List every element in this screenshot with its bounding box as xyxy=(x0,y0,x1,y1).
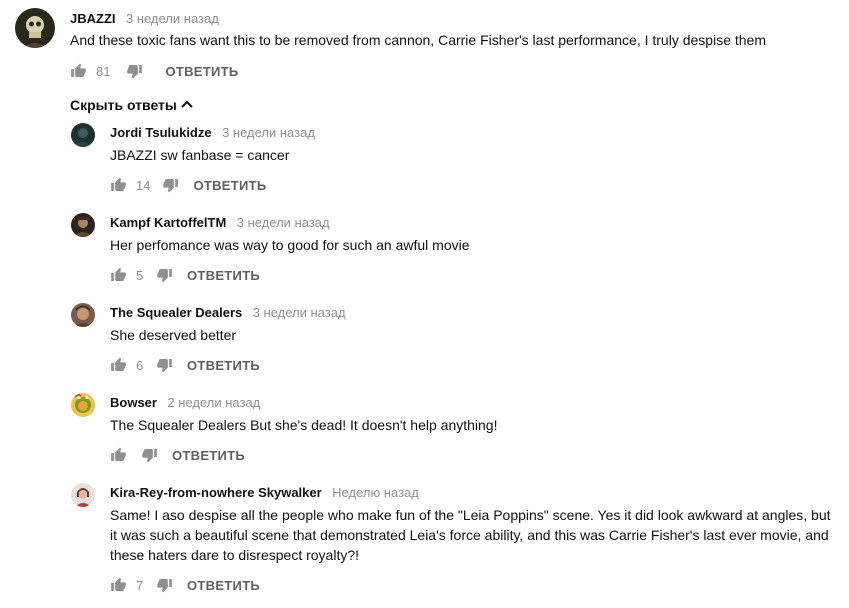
comment-text: Her perfomance was way to good for such … xyxy=(110,237,470,253)
comment-author[interactable]: Jordi Tsulukidze xyxy=(110,125,212,140)
like-icon[interactable] xyxy=(70,63,87,79)
like-count: 6 xyxy=(136,357,144,373)
comment-timestamp[interactable]: 3 недели назад xyxy=(253,305,346,320)
avatar[interactable] xyxy=(71,483,95,507)
comment-actions: 6 ОТВЕТИТЬ xyxy=(110,354,260,376)
like-icon[interactable] xyxy=(110,357,127,373)
comment-actions: ОТВЕТИТЬ xyxy=(110,444,245,466)
dislike-icon[interactable] xyxy=(162,177,179,193)
comment-timestamp[interactable]: 3 недели назад xyxy=(237,215,330,230)
like-count: 14 xyxy=(136,177,151,193)
comment-text: And these toxic fans want this to be rem… xyxy=(70,32,766,48)
reply-button[interactable]: ОТВЕТИТЬ xyxy=(193,178,266,193)
avatar[interactable] xyxy=(15,8,55,48)
like-count: 5 xyxy=(136,267,144,283)
comment-text: JBAZZI sw fanbase = cancer xyxy=(110,147,290,163)
comment-author[interactable]: JBAZZI xyxy=(70,11,116,26)
comment-actions: 14 ОТВЕТИТЬ xyxy=(110,174,267,196)
dislike-icon[interactable] xyxy=(156,357,173,373)
dislike-icon[interactable] xyxy=(156,577,173,593)
avatar[interactable] xyxy=(71,393,95,417)
reply-button[interactable]: ОТВЕТИТЬ xyxy=(172,448,245,463)
like-count: 81 xyxy=(96,63,111,79)
chevron-up-icon xyxy=(181,100,193,108)
like-icon[interactable] xyxy=(110,267,127,283)
hide-replies-label: Скрыть ответы xyxy=(70,97,177,113)
dislike-icon[interactable] xyxy=(126,63,143,79)
reply-button[interactable]: ОТВЕТИТЬ xyxy=(187,268,260,283)
comment-author[interactable]: The Squealer Dealers xyxy=(110,305,242,320)
dislike-icon[interactable] xyxy=(156,267,173,283)
like-icon[interactable] xyxy=(110,447,127,463)
like-icon[interactable] xyxy=(110,577,127,593)
comment-text: Same! I aso despise all the people who m… xyxy=(110,505,831,565)
comment-text: She deserved better xyxy=(110,327,237,343)
comment-text-line: Same! I aso despise all the people who m… xyxy=(110,507,831,523)
hide-replies-toggle[interactable]: Скрыть ответы xyxy=(70,97,193,113)
avatar[interactable] xyxy=(71,303,95,327)
dislike-icon[interactable] xyxy=(141,447,158,463)
comment-actions: 7 ОТВЕТИТЬ xyxy=(110,574,260,596)
comment-author[interactable]: Kira-Rey-from-nowhere Skywalker xyxy=(110,485,322,500)
like-count: 7 xyxy=(136,577,144,593)
comment-text-line: these haters dare to disrespect royalty?… xyxy=(110,547,360,563)
comment-actions: 81 ОТВЕТИТЬ xyxy=(70,60,239,82)
reply-button[interactable]: ОТВЕТИТЬ xyxy=(187,358,260,373)
reply-button[interactable]: ОТВЕТИТЬ xyxy=(187,578,260,593)
comment-author[interactable]: Bowser xyxy=(110,395,157,410)
comment-text-line: it was such a beautiful scene that demon… xyxy=(110,527,829,543)
reply-button[interactable]: ОТВЕТИТЬ xyxy=(165,64,238,79)
comment-timestamp[interactable]: 2 недели назад xyxy=(167,395,260,410)
avatar[interactable] xyxy=(71,123,95,147)
comment-timestamp[interactable]: 3 недели назад xyxy=(222,125,315,140)
comment-timestamp[interactable]: Неделю назад xyxy=(332,485,419,500)
like-icon[interactable] xyxy=(110,177,127,193)
comment-author[interactable]: Kampf KartoffelTM xyxy=(110,215,226,230)
avatar[interactable] xyxy=(71,213,95,237)
comment-text: The Squealer Dealers But she's dead! It … xyxy=(110,417,498,433)
comment-actions: 5 ОТВЕТИТЬ xyxy=(110,264,260,286)
comment-timestamp[interactable]: 3 недели назад xyxy=(126,11,219,26)
